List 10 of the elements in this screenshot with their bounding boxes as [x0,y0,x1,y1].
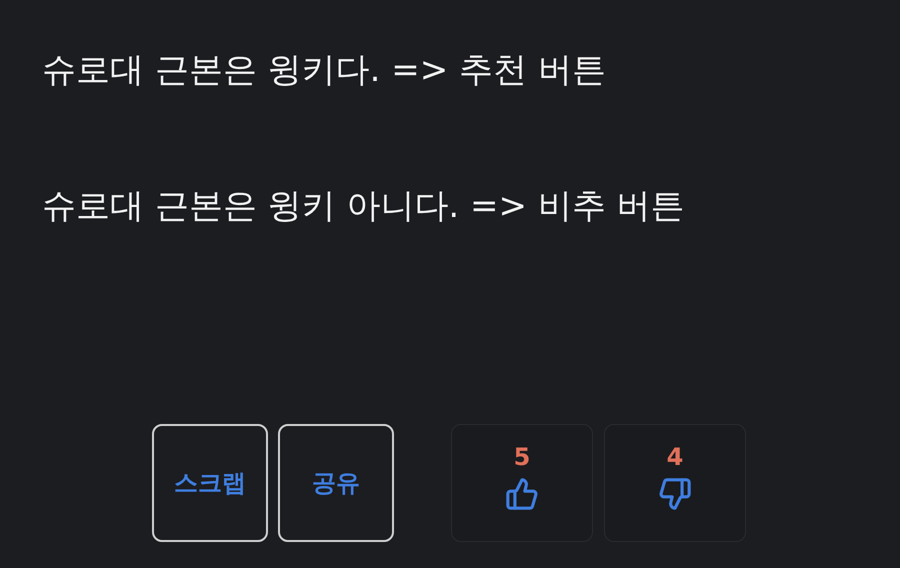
thumbs-down-icon [658,477,692,511]
vote-count: 4 [666,443,684,471]
vote-count: 5 [514,443,530,471]
action-button[interactable]: 공유 [278,424,394,542]
post-text: 슈로대 근본은 윙키다. => 추천 버튼 [42,49,607,92]
downvote-button[interactable]: 4 [604,424,746,542]
action-button[interactable]: 스크랩 [152,424,268,542]
post-text: 슈로대 근본은 윙키 아니다. => 비추 버튼 [42,185,686,228]
thumbs-up-icon [505,477,539,511]
upvote-button[interactable]: 5 [451,424,593,542]
